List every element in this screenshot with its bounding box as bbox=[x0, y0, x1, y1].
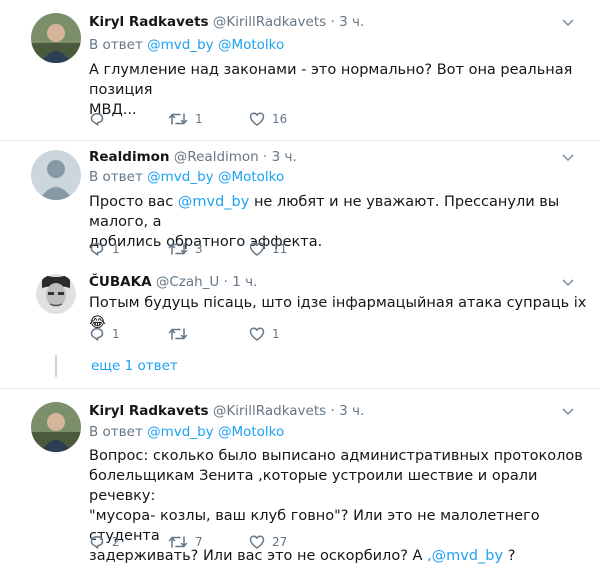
like-count: 16 bbox=[272, 112, 288, 126]
reply-button[interactable]: 1 bbox=[89, 324, 120, 344]
tweet-2[interactable]: Realdimon @Realdimon · 3 ч. В ответ @mvd… bbox=[0, 141, 600, 265]
like-button[interactable]: 1 bbox=[249, 324, 280, 344]
tweet-3[interactable]: ČUBAKA @Czah_U · 1 ч. Потым будуць пісац… bbox=[0, 266, 600, 348]
like-count: 1 bbox=[272, 327, 280, 341]
avatar[interactable] bbox=[36, 274, 76, 314]
heart-icon bbox=[249, 535, 265, 549]
avatar[interactable] bbox=[31, 13, 81, 63]
tweet-header: ČUBAKA @Czah_U · 1 ч. bbox=[89, 274, 257, 290]
heart-icon bbox=[249, 242, 265, 256]
chevron-down-icon[interactable] bbox=[560, 17, 576, 29]
heart-icon bbox=[249, 112, 265, 126]
reply-button[interactable] bbox=[89, 109, 112, 129]
timestamp[interactable]: · 1 ч. bbox=[224, 274, 258, 290]
mention-link[interactable]: @Motolko bbox=[218, 424, 284, 440]
reply-prefix: В ответ bbox=[89, 424, 143, 440]
tweet-actions: 2 7 27 bbox=[89, 532, 389, 552]
like-button[interactable]: 16 bbox=[249, 109, 287, 129]
retweet-icon bbox=[168, 113, 188, 125]
tweet-header: Kiryl Radkavets @KirillRadkavets · 3 ч. bbox=[89, 14, 364, 30]
like-button[interactable]: 11 bbox=[249, 239, 287, 259]
chevron-down-icon[interactable] bbox=[560, 277, 576, 289]
chevron-down-icon[interactable] bbox=[560, 406, 576, 418]
avatar[interactable] bbox=[31, 402, 81, 452]
reply-icon bbox=[90, 113, 104, 126]
tweet-header: Realdimon @Realdimon · 3 ч. bbox=[89, 149, 297, 165]
retweet-button[interactable] bbox=[168, 324, 195, 344]
more-replies-link[interactable]: еще 1 ответ bbox=[91, 358, 178, 374]
retweet-icon bbox=[168, 536, 188, 548]
tweet-header: Kiryl Radkavets @KirillRadkavets · 3 ч. bbox=[89, 403, 364, 419]
thread-connector bbox=[55, 355, 57, 377]
retweet-count: 3 bbox=[195, 242, 203, 256]
chevron-down-icon[interactable] bbox=[560, 152, 576, 164]
tweet-text-line: Вопрос: сколько было выписано администра… bbox=[89, 448, 583, 464]
mention-link[interactable]: @Motolko bbox=[218, 37, 284, 53]
author-handle[interactable]: @Realdimon bbox=[174, 149, 259, 165]
reply-icon bbox=[90, 536, 104, 549]
retweet-button[interactable]: 1 bbox=[168, 109, 203, 129]
author-handle[interactable]: @KirillRadkavets bbox=[213, 403, 326, 419]
tweet-actions: 1 16 bbox=[89, 109, 389, 129]
reply-count: 1 bbox=[112, 327, 120, 341]
author-name[interactable]: Realdimon bbox=[89, 149, 170, 165]
tweet-actions: 1 3 11 bbox=[89, 239, 389, 259]
mention-link[interactable]: @mvd_by bbox=[147, 169, 214, 185]
reply-icon bbox=[90, 328, 104, 341]
retweet-icon bbox=[168, 243, 188, 255]
timestamp[interactable]: · 3 ч. bbox=[263, 149, 297, 165]
like-button[interactable]: 27 bbox=[249, 532, 287, 552]
reply-icon bbox=[90, 243, 104, 256]
text-fragment: Просто вас bbox=[89, 194, 178, 210]
tweet-text-line: Просто вас @mvd_by не любят и не уважают… bbox=[89, 192, 589, 232]
retweet-count: 1 bbox=[195, 112, 203, 126]
reply-button[interactable]: 1 bbox=[89, 239, 120, 259]
like-count: 27 bbox=[272, 535, 288, 549]
author-name[interactable]: ČUBAKA bbox=[89, 274, 152, 290]
reply-context: В ответ @mvd_by @Motolko bbox=[89, 424, 284, 440]
retweet-button[interactable]: 3 bbox=[168, 239, 203, 259]
tweet-text-line: А глумление над законами - это нормально… bbox=[89, 62, 573, 98]
tweet-1[interactable]: Kiryl Radkavets @KirillRadkavets · 3 ч. … bbox=[0, 0, 600, 140]
mention-link[interactable]: @mvd_by bbox=[147, 424, 214, 440]
author-handle[interactable]: @Czah_U bbox=[156, 274, 219, 290]
author-name[interactable]: Kiryl Radkavets bbox=[89, 14, 209, 30]
reply-prefix: В ответ bbox=[89, 169, 143, 185]
avatar[interactable] bbox=[31, 150, 81, 200]
tweet-text-line: болельщикам Зенита ,которые устроили шес… bbox=[89, 468, 538, 504]
reply-context: В ответ @mvd_by @Motolko bbox=[89, 169, 284, 185]
reply-count: 1 bbox=[112, 242, 120, 256]
reply-context: В ответ @mvd_by @Motolko bbox=[89, 37, 284, 53]
retweet-count: 7 bbox=[195, 535, 203, 549]
reply-prefix: В ответ bbox=[89, 37, 143, 53]
reply-button[interactable]: 2 bbox=[89, 532, 120, 552]
author-handle[interactable]: @KirillRadkavets bbox=[213, 14, 326, 30]
mention-link[interactable]: @Motolko bbox=[218, 169, 284, 185]
mention-link[interactable]: @mvd_by bbox=[178, 194, 249, 210]
mention-link[interactable]: ,@mvd_by bbox=[427, 548, 503, 564]
mention-link[interactable]: @mvd_by bbox=[147, 37, 214, 53]
heart-icon bbox=[249, 327, 265, 341]
author-name[interactable]: Kiryl Radkavets bbox=[89, 403, 209, 419]
tweet-actions: 1 1 bbox=[89, 324, 389, 344]
reply-count: 2 bbox=[112, 535, 120, 549]
tweet-4[interactable]: Kiryl Radkavets @KirillRadkavets · 3 ч. … bbox=[0, 389, 600, 564]
like-count: 11 bbox=[272, 242, 288, 256]
retweet-icon bbox=[168, 328, 188, 340]
timestamp[interactable]: · 3 ч. bbox=[330, 14, 364, 30]
timestamp[interactable]: · 3 ч. bbox=[330, 403, 364, 419]
retweet-button[interactable]: 7 bbox=[168, 532, 203, 552]
text-fragment: ? bbox=[503, 548, 516, 564]
